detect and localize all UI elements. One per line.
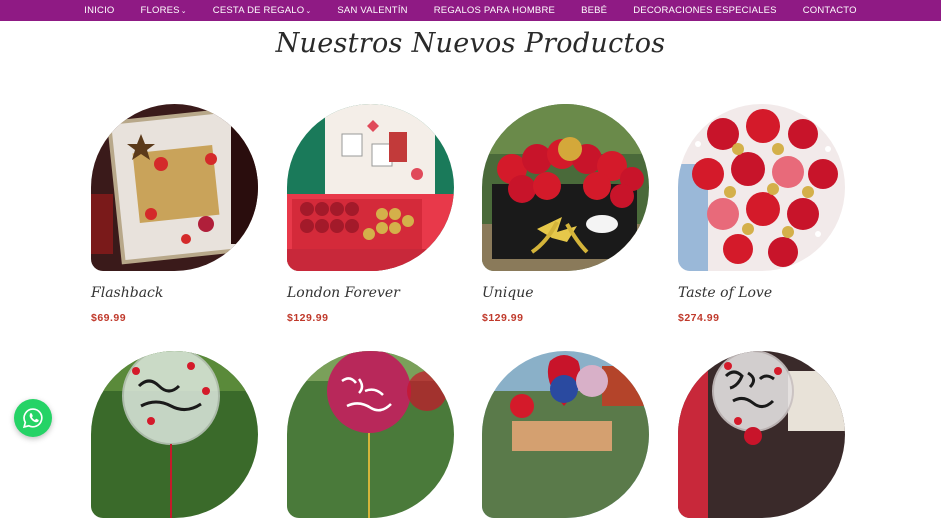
- product-price: $274.99: [678, 312, 720, 324]
- nav-item-decoraciones-especiales[interactable]: DECORACIONES ESPECIALES: [620, 5, 789, 16]
- product-card: Flashback $69.99: [91, 104, 261, 324]
- product-price: $69.99: [91, 312, 127, 324]
- product-image[interactable]: [482, 351, 649, 518]
- nav-item-label: SAN VALENTÍN: [337, 5, 408, 16]
- product-card: [91, 351, 261, 532]
- product-card: Unique $129.99: [482, 104, 652, 324]
- product-card: London Forever $129.99: [287, 104, 457, 324]
- nav-item-label: REGALOS PARA HOMBRE: [433, 5, 556, 16]
- product-image[interactable]: [91, 104, 258, 271]
- nav-item-regalos-para-hombre[interactable]: REGALOS PARA HOMBRE: [421, 5, 568, 16]
- product-card: Taste of Love $274.99: [678, 104, 848, 324]
- product-photo: [678, 351, 845, 518]
- nav-item-label: BEBÉ: [581, 5, 608, 16]
- product-image[interactable]: [91, 351, 258, 518]
- nav-item-label: INICIO: [84, 5, 115, 16]
- chevron-down-icon: ⌄: [180, 7, 187, 15]
- section-title: Nuestros Nuevos Productos: [275, 28, 666, 59]
- nav-item-label: FLORES: [140, 5, 180, 16]
- product-image[interactable]: [678, 351, 845, 518]
- nav-item-cesta-de-regalo[interactable]: CESTA DE REGALO ⌄: [200, 5, 325, 16]
- product-image[interactable]: [482, 104, 649, 271]
- product-name[interactable]: Flashback: [91, 285, 261, 301]
- product-photo: [91, 351, 258, 518]
- product-photo: [91, 104, 258, 271]
- nav-item-inicio[interactable]: INICIO: [71, 5, 127, 16]
- whatsapp-chat-button[interactable]: [14, 399, 52, 437]
- main-nav: INICIO FLORES ⌄ CESTA DE REGALO ⌄ SAN VALE…: [0, 0, 941, 21]
- product-photo: [287, 104, 454, 271]
- product-price: $129.99: [287, 312, 329, 324]
- product-name[interactable]: Unique: [482, 285, 652, 301]
- product-image[interactable]: [287, 104, 454, 271]
- nav-item-san-valentin[interactable]: SAN VALENTÍN: [324, 5, 420, 16]
- product-photo: [287, 351, 454, 518]
- product-card: [287, 351, 457, 532]
- nav-item-contacto[interactable]: CONTACTO: [790, 5, 870, 16]
- product-image[interactable]: [678, 104, 845, 271]
- product-name[interactable]: Taste of Love: [678, 285, 848, 301]
- product-card: [678, 351, 848, 532]
- product-name[interactable]: London Forever: [287, 285, 457, 301]
- nav-item-label: CESTA DE REGALO: [212, 5, 305, 16]
- product-price: $129.99: [482, 312, 524, 324]
- product-photo: [482, 351, 649, 518]
- whatsapp-icon: [22, 408, 43, 429]
- nav-item-flores[interactable]: FLORES ⌄: [128, 5, 200, 16]
- product-image[interactable]: [287, 351, 454, 518]
- nav-item-label: CONTACTO: [802, 5, 857, 16]
- chevron-down-icon: ⌄: [305, 7, 312, 15]
- product-photo: [678, 104, 845, 271]
- nav-item-bebe[interactable]: BEBÉ: [568, 5, 620, 16]
- nav-item-label: DECORACIONES ESPECIALES: [633, 5, 777, 16]
- product-photo: [482, 104, 649, 271]
- product-card: [482, 351, 652, 532]
